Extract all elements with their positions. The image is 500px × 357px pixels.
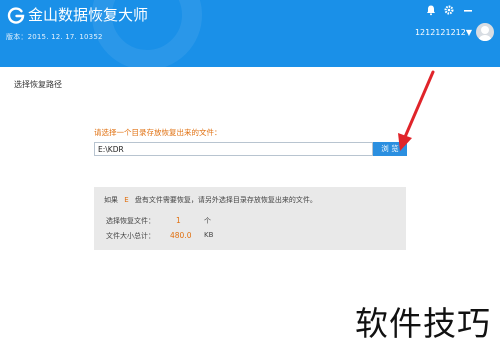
app-title: 金山数据恢复大师 <box>28 6 149 24</box>
size-value: 480.0 <box>170 231 192 240</box>
username-dropdown[interactable]: 1212121212▼ <box>415 28 472 37</box>
drive-warning: 如果 E 盘有文件需要恢复，请另外选择目录存放恢复出来的文件。 <box>104 195 317 205</box>
recovery-path-input[interactable] <box>94 142 373 156</box>
drive-warning-suffix: 盘有文件需要恢复，请另外选择目录存放恢复出来的文件。 <box>134 196 317 204</box>
files-label: 选择恢复文件： <box>106 217 155 225</box>
watermark-text: 软件技巧 <box>355 304 491 343</box>
avatar-body <box>478 35 492 41</box>
files-unit: 个 <box>204 217 211 225</box>
avatar-head <box>481 26 489 34</box>
minimize-icon[interactable] <box>462 4 474 16</box>
bell-icon[interactable] <box>425 4 437 16</box>
gear-icon[interactable] <box>443 4 455 16</box>
watermark: 软件技巧 <box>349 283 500 357</box>
drive-warning-prefix: 如果 <box>104 196 118 204</box>
user-avatar-icon[interactable] <box>476 23 494 41</box>
browse-button[interactable]: 浏 览 <box>373 142 407 156</box>
path-prompt: 请选择一个目录存放恢复出来的文件： <box>94 128 222 137</box>
info-panel: 如果 E 盘有文件需要恢复，请另外选择目录存放恢复出来的文件。 选择恢复文件： … <box>94 187 406 250</box>
version-label: 版本：2015. 12. 17. 10352 <box>6 33 103 41</box>
drive-letter: E <box>124 196 129 204</box>
title-bar: 金山数据恢复大师 版本：2015. 12. 17. 10352 12121212… <box>0 0 500 67</box>
files-count: 1 <box>176 216 181 225</box>
size-unit: KB <box>204 231 214 239</box>
g-logo-icon <box>7 7 25 24</box>
section-title: 选择恢复路径 <box>14 80 62 89</box>
size-label: 文件大小总计： <box>106 232 155 240</box>
